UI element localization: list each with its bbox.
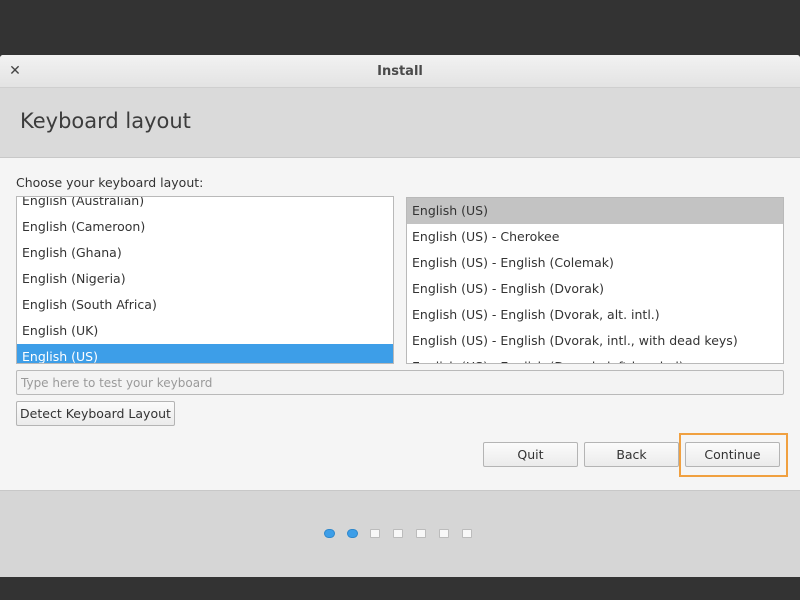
list-item[interactable]: English (US) - English (Dvorak, intl., w… <box>407 328 783 354</box>
progress-step-pending <box>416 529 426 538</box>
detect-keyboard-layout-button[interactable]: Detect Keyboard Layout <box>16 401 175 426</box>
list-item[interactable]: English (Cameroon) <box>17 214 393 240</box>
continue-button[interactable]: Continue <box>685 442 780 467</box>
keyboard-layout-list[interactable]: English (Australian) English (Cameroon) En… <box>16 196 394 364</box>
list-item[interactable]: English (US) - English (Colemak) <box>407 250 783 276</box>
list-item[interactable]: English (South Africa) <box>17 292 393 318</box>
progress-step-pending <box>370 529 380 538</box>
progress-step-pending <box>393 529 403 538</box>
progress-step-pending <box>462 529 472 538</box>
list-item[interactable]: English (UK) <box>17 318 393 344</box>
keyboard-test-input[interactable] <box>16 370 784 395</box>
list-item[interactable]: English (US) - English (Dvorak) <box>407 276 783 302</box>
progress-step-done <box>347 529 358 538</box>
progress-step-done <box>324 529 335 538</box>
layout-prompt-label: Choose your keyboard layout: <box>16 175 204 190</box>
title-bar: ✕ Install <box>0 55 800 88</box>
window-title: Install <box>377 64 423 79</box>
list-item[interactable]: English (US) <box>407 198 783 224</box>
page-header: Keyboard layout <box>0 88 800 158</box>
back-button[interactable]: Back <box>584 442 679 467</box>
list-item[interactable]: English (US) - English (Dvorak, left-han… <box>407 354 783 363</box>
installer-footer <box>0 490 800 577</box>
list-item[interactable]: English (US) - Cherokee <box>407 224 783 250</box>
page-title: Keyboard layout <box>20 109 191 133</box>
keyboard-variant-list-items: English (US) English (US) - Cherokee Engli… <box>407 198 783 363</box>
progress-step-pending <box>439 529 449 538</box>
list-item[interactable]: English (US) <box>17 344 393 363</box>
list-item[interactable]: English (US) - English (Dvorak, alt. int… <box>407 302 783 328</box>
list-item[interactable]: English (Australian) <box>17 197 393 214</box>
list-item[interactable]: English (Nigeria) <box>17 266 393 292</box>
keyboard-variant-list[interactable]: English (US) English (US) - Cherokee Engli… <box>406 197 784 364</box>
installer-window: ✕ Install Keyboard layout Choose your ke… <box>0 55 800 577</box>
keyboard-layout-list-items: English (Australian) English (Cameroon) En… <box>17 197 393 363</box>
list-item[interactable]: English (Ghana) <box>17 240 393 266</box>
quit-button[interactable]: Quit <box>483 442 578 467</box>
